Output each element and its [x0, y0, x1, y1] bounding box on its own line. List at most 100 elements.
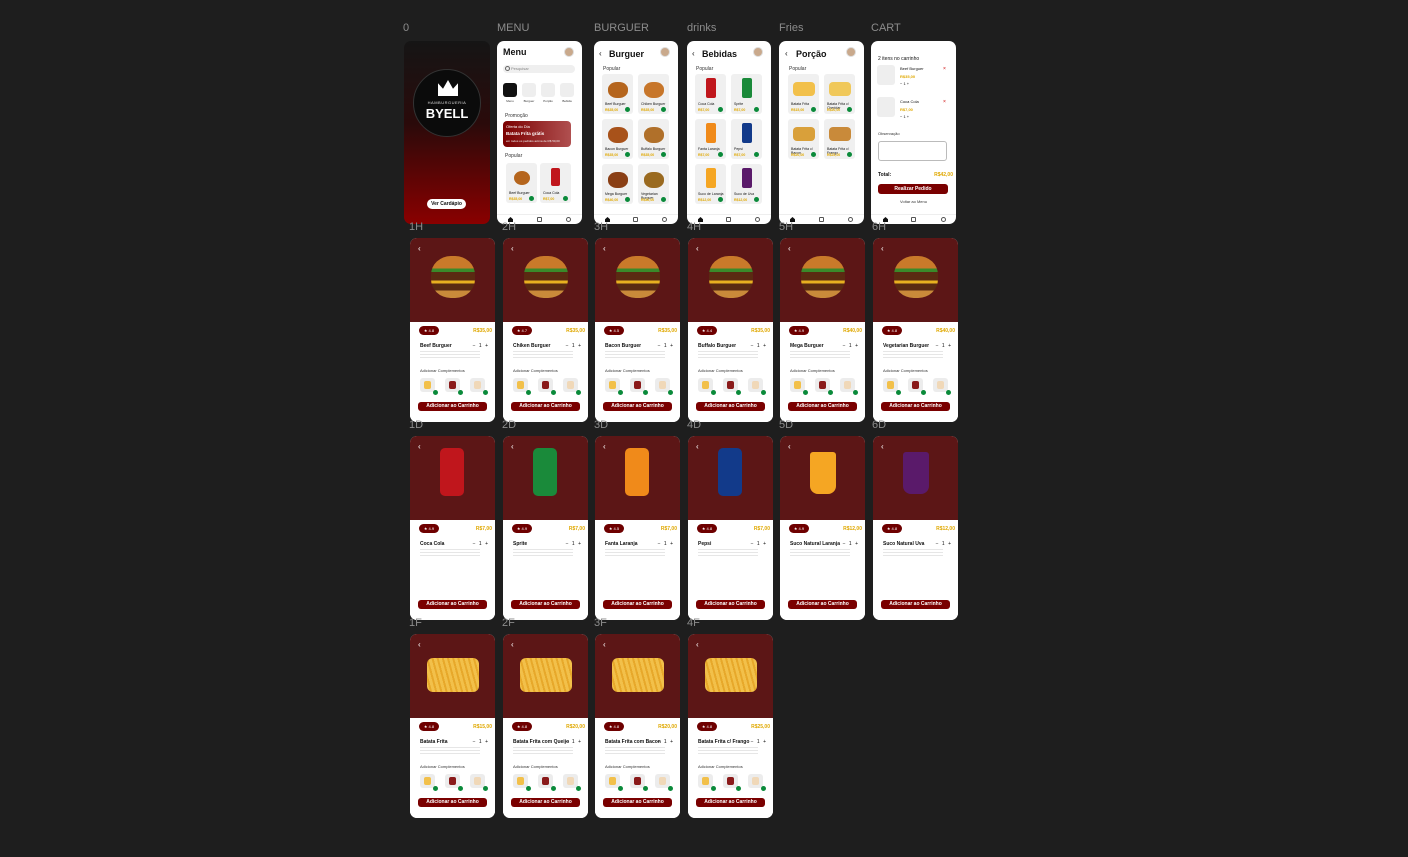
- add-to-cart-button[interactable]: Adicionar ao Carrinho: [511, 600, 580, 609]
- product-card[interactable]: Suco de Laranja R$12,00: [695, 164, 726, 204]
- product-card[interactable]: Batata Frita c/ Frango R$25,00: [824, 119, 855, 159]
- plus-icon[interactable]: [433, 390, 438, 395]
- quantity-stepper[interactable]: − 1 +: [566, 541, 582, 547]
- back-arrow-icon[interactable]: ‹: [785, 49, 788, 58]
- addon-item[interactable]: [420, 378, 438, 395]
- addon-item[interactable]: [655, 774, 673, 791]
- addon-item[interactable]: [748, 774, 766, 791]
- add-to-cart-button[interactable]: Adicionar ao Carrinho: [881, 402, 950, 411]
- plus-icon[interactable]: [576, 390, 581, 395]
- cart-icon[interactable]: [633, 217, 638, 222]
- plus-icon[interactable]: [761, 786, 766, 791]
- addon-item[interactable]: [840, 378, 858, 395]
- plus-icon[interactable]: [847, 152, 852, 157]
- add-to-cart-button[interactable]: Adicionar ao Carrinho: [418, 798, 487, 807]
- add-to-cart-button[interactable]: Adicionar ao Carrinho: [788, 402, 857, 411]
- back-arrow-icon[interactable]: ‹: [603, 442, 606, 451]
- addon-item[interactable]: [605, 774, 623, 791]
- search-input[interactable]: Pesquisar: [503, 65, 575, 73]
- back-arrow-icon[interactable]: ‹: [881, 442, 884, 451]
- addon-item[interactable]: [538, 774, 556, 791]
- plus-icon[interactable]: [761, 390, 766, 395]
- quantity-stepper[interactable]: − 1 +: [566, 739, 582, 745]
- plus-icon[interactable]: [847, 107, 852, 112]
- plus-icon[interactable]: [551, 786, 556, 791]
- addon-item[interactable]: [723, 378, 741, 395]
- add-to-cart-button[interactable]: Adicionar ao Carrinho: [511, 402, 580, 411]
- plus-icon[interactable]: [811, 107, 816, 112]
- back-arrow-icon[interactable]: ‹: [418, 442, 421, 451]
- back-arrow-icon[interactable]: ‹: [696, 442, 699, 451]
- category-porcao[interactable]: [541, 83, 555, 97]
- remove-icon[interactable]: ×: [943, 66, 946, 72]
- plus-icon[interactable]: [736, 786, 741, 791]
- plus-icon[interactable]: [828, 390, 833, 395]
- back-arrow-icon[interactable]: ‹: [603, 640, 606, 649]
- add-to-cart-button[interactable]: Adicionar ao Carrinho: [696, 600, 765, 609]
- back-arrow-icon[interactable]: ‹: [599, 49, 602, 58]
- plus-icon[interactable]: [754, 107, 759, 112]
- cart-icon[interactable]: [537, 217, 542, 222]
- quantity-stepper[interactable]: − 1 +: [473, 343, 489, 349]
- addon-item[interactable]: [563, 378, 581, 395]
- avatar[interactable]: [846, 47, 856, 57]
- back-arrow-icon[interactable]: ‹: [788, 442, 791, 451]
- quantity-stepper[interactable]: − 1 +: [658, 739, 674, 745]
- plus-icon[interactable]: [711, 390, 716, 395]
- back-arrow-icon[interactable]: ‹: [603, 244, 606, 253]
- quantity-stepper[interactable]: − 1 +: [936, 343, 952, 349]
- addon-item[interactable]: [748, 378, 766, 395]
- plus-icon[interactable]: [718, 152, 723, 157]
- add-to-cart-button[interactable]: Adicionar ao Carrinho: [603, 600, 672, 609]
- plus-icon[interactable]: [618, 390, 623, 395]
- quantity-stepper[interactable]: − 1 +: [843, 541, 859, 547]
- plus-icon[interactable]: [618, 786, 623, 791]
- back-to-menu-link[interactable]: Voltar ao Menu: [871, 199, 956, 204]
- view-menu-button[interactable]: Ver Cardápio: [427, 199, 466, 209]
- addon-item[interactable]: [723, 774, 741, 791]
- add-to-cart-button[interactable]: Adicionar ao Carrinho: [881, 600, 950, 609]
- plus-icon[interactable]: [551, 390, 556, 395]
- plus-icon[interactable]: [576, 786, 581, 791]
- addon-item[interactable]: [470, 774, 488, 791]
- plus-icon[interactable]: [529, 196, 534, 201]
- back-arrow-icon[interactable]: ‹: [881, 244, 884, 253]
- product-card[interactable]: Mega Burguer R$40,00: [602, 164, 633, 204]
- back-arrow-icon[interactable]: ‹: [511, 244, 514, 253]
- addon-item[interactable]: [445, 378, 463, 395]
- avatar[interactable]: [660, 47, 670, 57]
- quantity-stepper[interactable]: − 1 +: [566, 343, 582, 349]
- product-card[interactable]: Pepsi R$7,00: [731, 119, 762, 159]
- addon-item[interactable]: [538, 378, 556, 395]
- product-card[interactable]: Fanta Laranja R$7,00: [695, 119, 726, 159]
- product-card[interactable]: Beef Burguer R$35,00: [602, 74, 633, 114]
- back-arrow-icon[interactable]: ‹: [511, 640, 514, 649]
- plus-icon[interactable]: [811, 152, 816, 157]
- product-card[interactable]: Buffalo Burguer R$35,00: [638, 119, 669, 159]
- quantity-stepper[interactable]: − 1 +: [900, 114, 909, 119]
- user-icon[interactable]: [662, 217, 667, 222]
- add-to-cart-button[interactable]: Adicionar ao Carrinho: [696, 402, 765, 411]
- user-icon[interactable]: [941, 217, 946, 222]
- plus-icon[interactable]: [625, 152, 630, 157]
- product-card[interactable]: Sprite R$7,00: [731, 74, 762, 114]
- addon-item[interactable]: [420, 774, 438, 791]
- plus-icon[interactable]: [643, 390, 648, 395]
- product-card[interactable]: Bacon Burguer R$35,00: [602, 119, 633, 159]
- plus-icon[interactable]: [853, 390, 858, 395]
- product-card[interactable]: Batata Frita c/ Bacon R$20,00: [788, 119, 819, 159]
- quantity-stepper[interactable]: − 1 +: [751, 343, 767, 349]
- quantity-stepper[interactable]: − 1 +: [936, 541, 952, 547]
- user-icon[interactable]: [566, 217, 571, 222]
- add-to-cart-button[interactable]: Adicionar ao Carrinho: [511, 798, 580, 807]
- addon-item[interactable]: [513, 774, 531, 791]
- checkout-button[interactable]: Realizar Pedido: [878, 184, 948, 194]
- addon-item[interactable]: [513, 378, 531, 395]
- back-arrow-icon[interactable]: ‹: [696, 244, 699, 253]
- plus-icon[interactable]: [803, 390, 808, 395]
- plus-icon[interactable]: [661, 107, 666, 112]
- cart-icon[interactable]: [726, 217, 731, 222]
- plus-icon[interactable]: [526, 786, 531, 791]
- quantity-stepper[interactable]: − 1 +: [658, 541, 674, 547]
- plus-icon[interactable]: [946, 390, 951, 395]
